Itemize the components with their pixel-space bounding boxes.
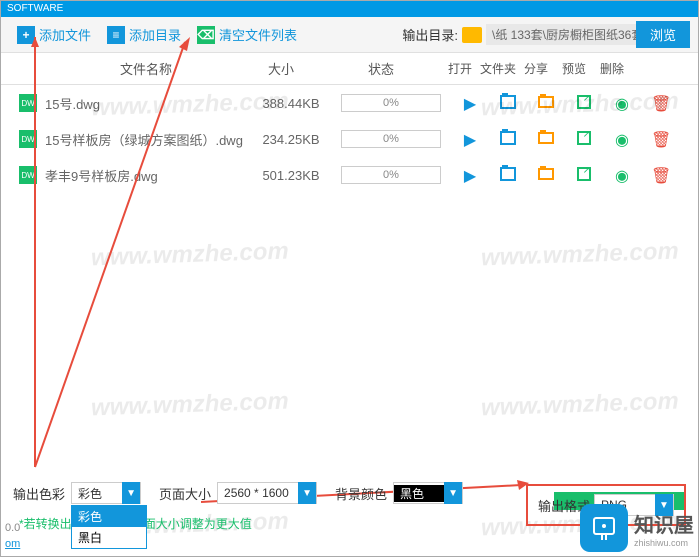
- header-size: 大小: [241, 59, 321, 78]
- header-open: 打开: [441, 60, 479, 77]
- dropdown-item[interactable]: 彩色: [72, 506, 146, 527]
- file-thumb-icon: DW: [19, 130, 37, 148]
- dropdown-item[interactable]: 黑白: [72, 527, 146, 548]
- share-icon[interactable]: [577, 167, 591, 181]
- chevron-down-icon[interactable]: ▼: [122, 482, 140, 504]
- table-row: DW15号.dwg388.44KB0% ▶ ◉ 🗑: [1, 85, 698, 121]
- table-header: 文件名称 大小 状态 打开 文件夹 分享 预览 删除: [1, 53, 698, 85]
- open-folder-icon[interactable]: [538, 96, 554, 108]
- add-file-button[interactable]: + 添加文件: [9, 21, 99, 48]
- file-name: 孝丰9号样板房.dwg: [37, 166, 251, 185]
- file-thumb-icon: DW: [19, 94, 37, 112]
- file-size: 501.23KB: [251, 168, 331, 183]
- color-select[interactable]: 彩色 ▼ 彩色 黑白: [71, 482, 141, 504]
- watermark: www.wmzhe.com: [91, 388, 290, 423]
- file-status: 0%: [331, 166, 451, 184]
- header-share: 分享: [517, 60, 555, 77]
- share-icon[interactable]: [577, 131, 591, 145]
- share-icon[interactable]: [577, 95, 591, 109]
- file-size: 388.44KB: [251, 96, 331, 111]
- play-icon[interactable]: ▶: [461, 166, 479, 184]
- open-file-icon[interactable]: [500, 131, 516, 145]
- open-file-icon[interactable]: [500, 95, 516, 109]
- header-preview: 预览: [555, 60, 593, 77]
- add-file-icon: +: [17, 26, 35, 44]
- bottom-num: 0.0: [5, 522, 20, 534]
- open-file-icon[interactable]: [500, 167, 516, 181]
- header-folder: 文件夹: [479, 60, 517, 77]
- header-delete: 删除: [593, 60, 631, 77]
- folder-icon: [462, 27, 482, 43]
- add-dir-button[interactable]: ≡ 添加目录: [99, 21, 189, 48]
- logo-text: 知识屋 zhishiwu.com: [634, 509, 694, 548]
- toolbar: + 添加文件 ≡ 添加目录 ⌫ 清空文件列表 输出目录: \纸 133套\厨房橱…: [1, 17, 698, 53]
- clear-list-button[interactable]: ⌫ 清空文件列表: [189, 21, 305, 48]
- bg-select[interactable]: 黑色 ▼: [393, 482, 463, 504]
- eye-icon[interactable]: ◉: [613, 130, 631, 148]
- output-path: \纸 133套\厨房橱柜图纸36套: [486, 24, 636, 45]
- chevron-down-icon[interactable]: ▼: [444, 482, 462, 504]
- file-thumb-icon: DW: [19, 166, 37, 184]
- color-label: 输出色彩: [13, 484, 65, 503]
- table-row: DW15号样板房（绿城方案图纸）.dwg234.25KB0% ▶ ◉ 🗑: [1, 121, 698, 157]
- open-folder-icon[interactable]: [538, 132, 554, 144]
- header-name: 文件名称: [1, 59, 241, 78]
- file-name: 15号样板房（绿城方案图纸）.dwg: [37, 130, 251, 149]
- watermark: www.wmzhe.com: [91, 238, 290, 273]
- table-row: DW孝丰9号样板房.dwg501.23KB0% ▶ ◉ 🗑: [1, 157, 698, 193]
- trash-icon[interactable]: 🗑: [651, 94, 669, 112]
- logo-icon: [580, 504, 628, 552]
- page-label: 页面大小: [159, 484, 211, 503]
- file-size: 234.25KB: [251, 132, 331, 147]
- open-folder-icon[interactable]: [538, 168, 554, 180]
- browse-button[interactable]: 浏览: [636, 21, 690, 48]
- header-status: 状态: [321, 59, 441, 78]
- titlebar: SOFTWARE: [1, 1, 698, 17]
- trash-icon[interactable]: 🗑: [651, 166, 669, 184]
- list-icon: ≡: [107, 26, 125, 44]
- play-icon[interactable]: ▶: [461, 94, 479, 112]
- eye-icon[interactable]: ◉: [613, 166, 631, 184]
- chevron-down-icon[interactable]: ▼: [298, 482, 316, 504]
- bottom-link[interactable]: om: [5, 538, 20, 550]
- page-select[interactable]: 2560 * 1600 ▼: [217, 482, 317, 504]
- watermark: www.wmzhe.com: [481, 238, 680, 273]
- output-dir-label: 输出目录:: [402, 25, 458, 44]
- eye-icon[interactable]: ◉: [613, 94, 631, 112]
- file-name: 15号.dwg: [37, 94, 251, 113]
- watermark: www.wmzhe.com: [481, 388, 680, 423]
- clear-icon: ⌫: [197, 26, 215, 44]
- file-status: 0%: [331, 130, 451, 148]
- file-status: 0%: [331, 94, 451, 112]
- trash-icon[interactable]: 🗑: [651, 130, 669, 148]
- color-dropdown: 彩色 黑白: [71, 505, 147, 549]
- bg-label: 背景颜色: [335, 484, 387, 503]
- play-icon[interactable]: ▶: [461, 130, 479, 148]
